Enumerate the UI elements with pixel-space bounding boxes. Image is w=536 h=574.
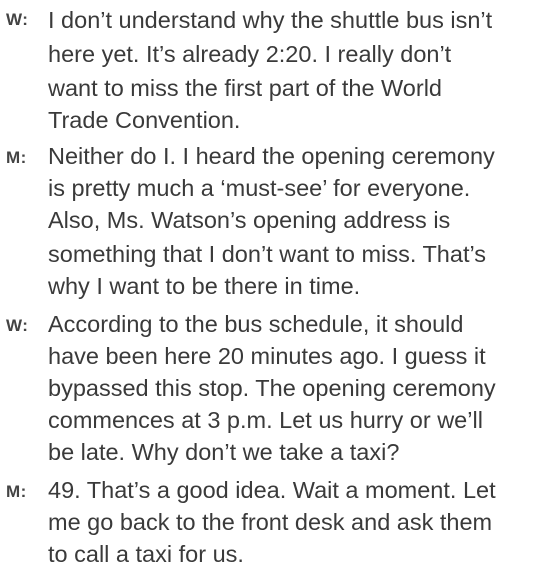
dialogue-line: According to the bus schedule, it should [48, 311, 464, 337]
dialogue-line: here yet. It’s already 2:20. I really do… [48, 41, 452, 67]
dialogue-line: to call a taxi for us. [48, 541, 244, 567]
speaker-label: W: [6, 10, 29, 29]
dialogue-line: Also, Ms. Watson’s opening address is [48, 207, 451, 233]
dialogue-line: me go back to the front desk and ask the… [48, 509, 493, 535]
dialogue-line: be late. Why don’t we take a taxi? [48, 439, 400, 465]
dialogue-line: Neither do I. I heard the opening ceremo… [48, 143, 495, 169]
dialogue-line: bypassed this stop. The opening ceremony [48, 375, 496, 401]
dialogue-line: commences at 3 p.m. Let us hurry or we’l… [48, 407, 483, 433]
dialogue-line: why I want to be there in time. [48, 273, 361, 299]
dialogue-line: 49. That’s a good idea. Wait a moment. L… [48, 477, 496, 503]
dialogue-line: is pretty much a ‘must-see’ for everyone… [48, 175, 471, 201]
speaker-label: M: [6, 148, 27, 167]
dialogue-line: something that I don’t want to miss. Tha… [48, 241, 487, 267]
dialogue-line: have been here 20 minutes ago. I guess i… [48, 343, 486, 369]
dialogue-line: Trade Convention. [48, 107, 241, 133]
speaker-label: W: [6, 316, 29, 335]
dialogue-line: I don’t understand why the shuttle bus i… [48, 7, 493, 33]
dialogue-line: want to miss the first part of the World [48, 75, 442, 101]
speaker-label: M: [6, 482, 27, 501]
